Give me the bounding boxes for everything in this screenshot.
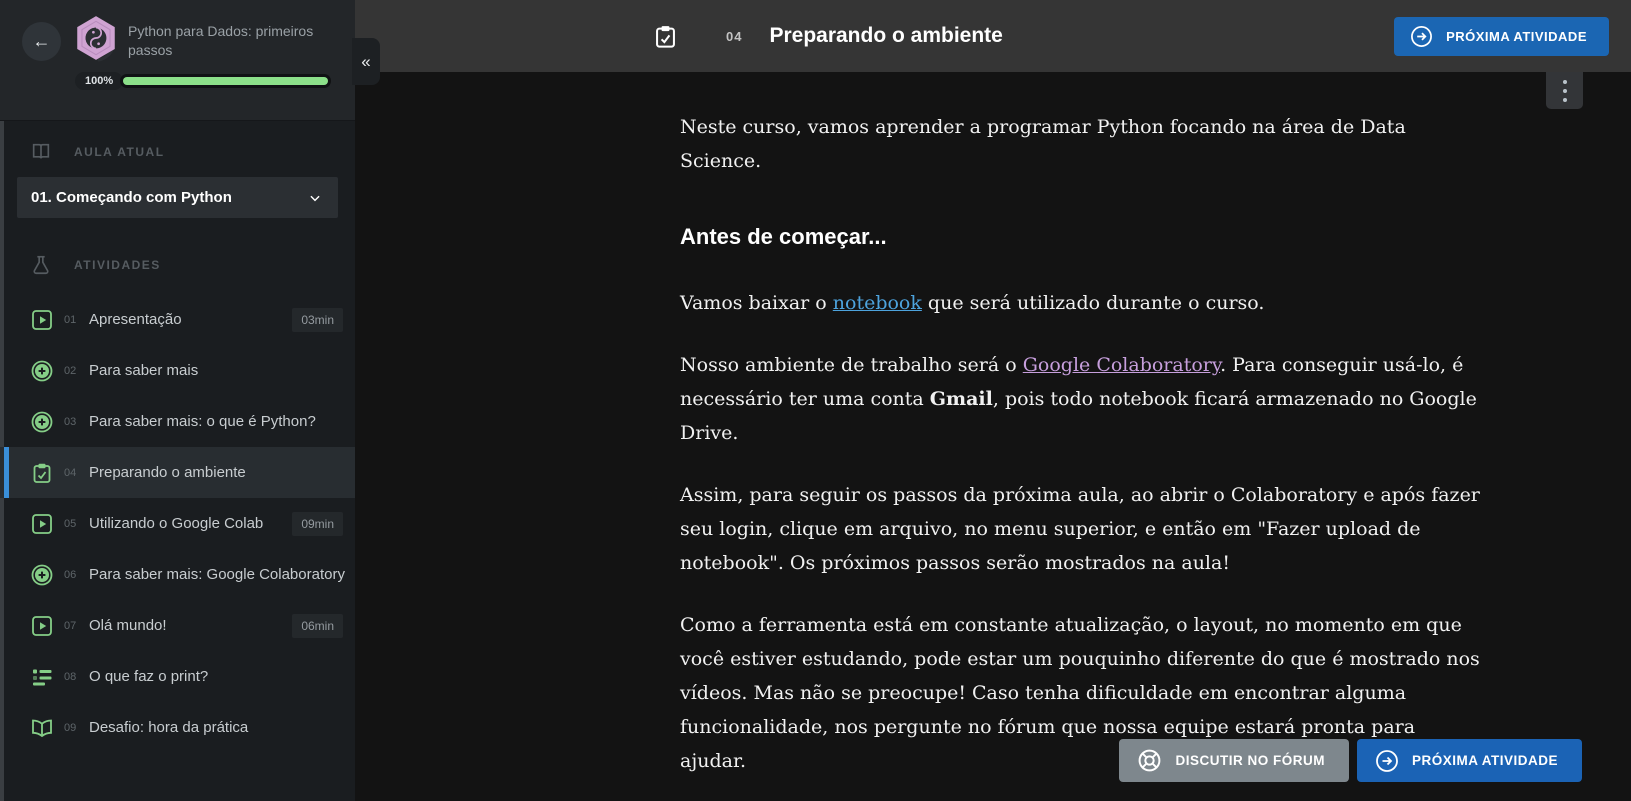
discuss-forum-label: DISCUTIR NO FÓRUM <box>1175 753 1325 768</box>
course-title: Python para Dados: primeiros passos <box>128 23 314 58</box>
activity-number: 01 <box>64 313 77 326</box>
back-button[interactable]: ← <box>22 22 61 61</box>
progress-percent-badge: 100% <box>75 72 124 90</box>
text-run: que será utilizado durante o curso. <box>921 292 1265 314</box>
plus-circle-icon <box>30 359 54 383</box>
paragraph: Nosso ambiente de trabalho será o Google… <box>680 348 1480 450</box>
activity-number: 03 <box>64 415 77 428</box>
activity-label: Utilizando o Google Colab <box>89 515 264 532</box>
progress-bar <box>120 74 331 88</box>
activity-number: 02 <box>64 364 77 377</box>
activity-item-06[interactable]: 06 Para saber mais: Google Colaboratory <box>0 549 355 600</box>
sidebar-course-header: ← Python para Dados: primeiros passos 10… <box>0 0 355 121</box>
collapse-chevrons-icon: « <box>361 51 371 71</box>
google-colaboratory-link[interactable]: Google Colaboratory <box>1023 354 1220 376</box>
activity-label: O que faz o print? <box>89 668 209 685</box>
plus-circle-icon <box>30 410 54 434</box>
activity-duration: 09min <box>292 511 343 536</box>
activity-item-05[interactable]: 05 Utilizando o Google Colab 09min <box>0 498 355 549</box>
activity-label: Apresentação <box>89 311 182 328</box>
activity-number: 08 <box>64 670 77 683</box>
video-icon <box>30 512 54 536</box>
arrow-right-circle-icon <box>1376 749 1398 772</box>
activity-label: Desafio: hora da prática <box>89 719 249 736</box>
activity-item-02[interactable]: 02 Para saber mais <box>0 345 355 396</box>
current-lesson-label: AULA ATUAL <box>74 145 165 159</box>
progress-bar-fill <box>123 77 328 85</box>
plus-circle-icon <box>30 563 54 587</box>
activity-number: 07 <box>64 619 77 632</box>
life-ring-icon <box>1139 749 1161 772</box>
main-panel: 04 Preparando o ambiente PRÓXIMA ATIVIDA… <box>355 0 1631 801</box>
activity-number: 06 <box>64 568 77 581</box>
footer-actions: DISCUTIR NO FÓRUM PRÓXIMA ATIVIDADE <box>1119 739 1582 782</box>
lesson-select[interactable]: 01. Começando com Python <box>17 177 338 218</box>
activity-item-01[interactable]: 01 Apresentação 03min <box>0 294 355 345</box>
video-icon <box>30 614 54 638</box>
collapse-sidebar-button[interactable]: « <box>352 38 380 85</box>
current-lesson-section-header: AULA ATUAL <box>0 121 355 175</box>
activity-number: 04 <box>64 466 77 479</box>
course-logo-icon <box>71 13 121 63</box>
text-run: Nosso ambiente de trabalho será o <box>680 354 1023 376</box>
activity-duration: 03min <box>292 307 343 332</box>
section-heading: Antes de começar... <box>680 224 887 249</box>
activity-number: 05 <box>64 517 77 530</box>
kebab-dot <box>1562 79 1567 84</box>
activity-duration: 06min <box>292 613 343 638</box>
text-run: Vamos baixar o <box>680 292 833 314</box>
paragraph: Vamos baixar o notebook que será utiliza… <box>680 286 1480 320</box>
chevron-down-icon <box>310 195 320 201</box>
activity-item-09[interactable]: 09 Desafio: hora da prática <box>0 702 355 753</box>
activity-label: Para saber mais: Google Colaboratory <box>89 566 345 583</box>
book-icon <box>32 143 50 159</box>
clipboard-check-icon <box>652 23 679 50</box>
activity-item-07[interactable]: 07 Olá mundo! 06min <box>0 600 355 651</box>
course-page: ← Python para Dados: primeiros passos 10… <box>0 0 1631 801</box>
video-icon <box>30 308 54 332</box>
paragraph: Neste curso, vamos aprender a programar … <box>680 116 1406 172</box>
kebab-dot <box>1562 97 1567 102</box>
activity-item-03[interactable]: 03 Para saber mais: o que é Python? <box>0 396 355 447</box>
bold-text: Gmail <box>929 388 993 410</box>
notebook-link[interactable]: notebook <box>833 292 922 314</box>
activity-item-04-active[interactable]: 04 Preparando o ambiente <box>0 447 355 498</box>
activities-label: ATIVIDADES <box>74 258 161 272</box>
lesson-select-value: 01. Começando com Python <box>31 189 232 206</box>
paragraph: Assim, para seguir os passos da próxima … <box>680 484 1480 574</box>
lesson-content: Neste curso, vamos aprender a programar … <box>680 110 1480 801</box>
back-arrow-icon: ← <box>32 31 51 51</box>
next-activity-label: PRÓXIMA ATIVIDADE <box>1446 29 1587 44</box>
next-activity-label: PRÓXIMA ATIVIDADE <box>1411 753 1558 768</box>
activity-number: 04 <box>726 28 743 44</box>
activity-label: Olá mundo! <box>89 617 167 634</box>
more-options-button[interactable] <box>1546 72 1583 109</box>
arrow-right-circle-icon <box>1411 26 1433 47</box>
activity-label: Para saber mais <box>89 362 199 379</box>
activities-list: 01 Apresentação 03min 02 Para saber mais <box>0 294 355 753</box>
activity-number: 09 <box>64 721 77 734</box>
activity-item-08[interactable]: 08 O que faz o print? <box>0 651 355 702</box>
activities-section-header: ATIVIDADES <box>0 228 355 288</box>
flask-icon <box>33 255 49 275</box>
activity-title: Preparando o ambiente <box>769 24 1003 47</box>
book-open-icon <box>30 716 54 740</box>
clipboard-check-icon <box>30 461 54 485</box>
next-activity-button-bottom[interactable]: PRÓXIMA ATIVIDADE <box>1356 739 1582 782</box>
next-activity-button-top[interactable]: PRÓXIMA ATIVIDADE <box>1394 17 1609 56</box>
kebab-dot <box>1562 88 1567 93</box>
activity-label: Para saber mais: o que é Python? <box>89 413 316 430</box>
sidebar: ← Python para Dados: primeiros passos 10… <box>0 0 380 801</box>
list-icon <box>30 665 54 689</box>
discuss-forum-button[interactable]: DISCUTIR NO FÓRUM <box>1119 739 1349 782</box>
activity-header: 04 Preparando o ambiente PRÓXIMA ATIVIDA… <box>355 0 1631 72</box>
activity-label: Preparando o ambiente <box>89 464 246 481</box>
